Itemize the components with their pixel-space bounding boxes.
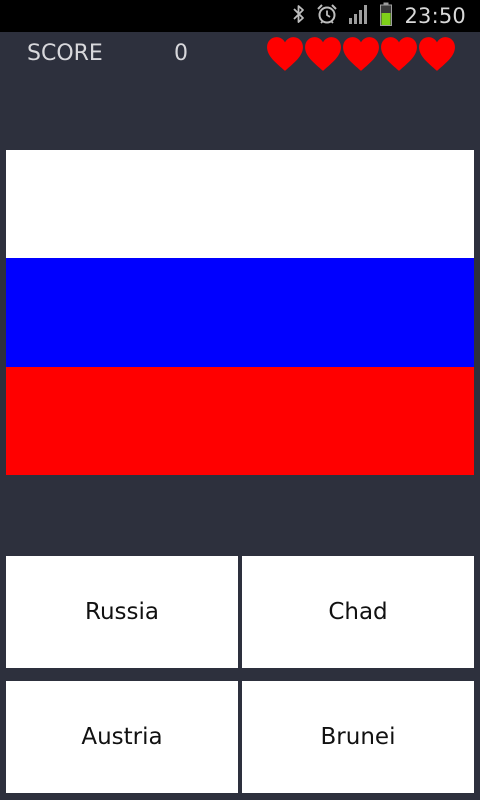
status-icons: 23:50 (292, 0, 466, 32)
flag-stripe-bottom (6, 366, 474, 475)
heart-icon (267, 37, 303, 71)
answer-button[interactable]: Russia (6, 556, 238, 668)
alarm-icon (316, 3, 338, 29)
status-time: 23:50 (404, 4, 466, 28)
answer-button[interactable]: Chad (242, 556, 474, 668)
answer-button[interactable]: Brunei (242, 681, 474, 793)
signal-icon (348, 4, 370, 28)
heart-icon (343, 37, 379, 71)
flag-quiz-screen: SCORE 0 Russia Chad Austria Brunei (0, 32, 480, 800)
answer-button[interactable]: Austria (6, 681, 238, 793)
heart-icon (419, 37, 455, 71)
score-label: SCORE (27, 41, 103, 66)
bluetooth-icon (292, 3, 306, 29)
flag-stripe-middle (6, 258, 474, 367)
battery-icon (380, 2, 393, 30)
heart-icon (305, 37, 341, 71)
score-value: 0 (174, 41, 188, 66)
lives (266, 36, 456, 72)
heart-icon (381, 37, 417, 71)
status-bar: 23:50 (0, 0, 480, 32)
flag-stripe-top (6, 150, 474, 259)
flag-image (6, 150, 474, 475)
answer-grid: Russia Chad Austria Brunei (6, 556, 474, 793)
